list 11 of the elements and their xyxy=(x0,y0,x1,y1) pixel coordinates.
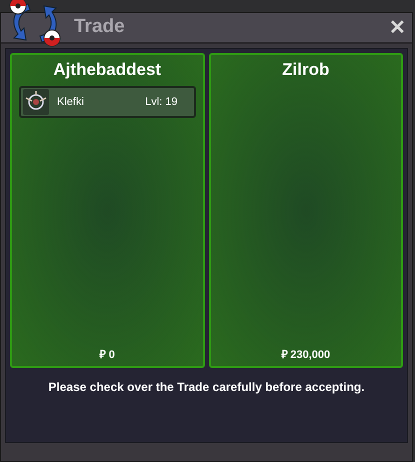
pokemon-name: Klefki xyxy=(57,95,84,110)
pokemon-item[interactable]: Klefki Lvl: 19 xyxy=(19,86,196,118)
pokemon-icon xyxy=(23,89,49,116)
money-amount: ₽ 230,000 xyxy=(281,348,330,362)
pokemon-level: Lvl: 19 xyxy=(145,95,178,110)
money-amount: ₽ 0 xyxy=(100,348,115,362)
window-title: Trade xyxy=(74,15,125,40)
player-name: Zilrob xyxy=(282,59,330,80)
player-name: Ajthebaddest xyxy=(53,59,162,80)
close-button[interactable]: ✕ xyxy=(389,18,406,38)
notice-text: Please check over the Trade carefully before accepting. xyxy=(47,379,366,396)
